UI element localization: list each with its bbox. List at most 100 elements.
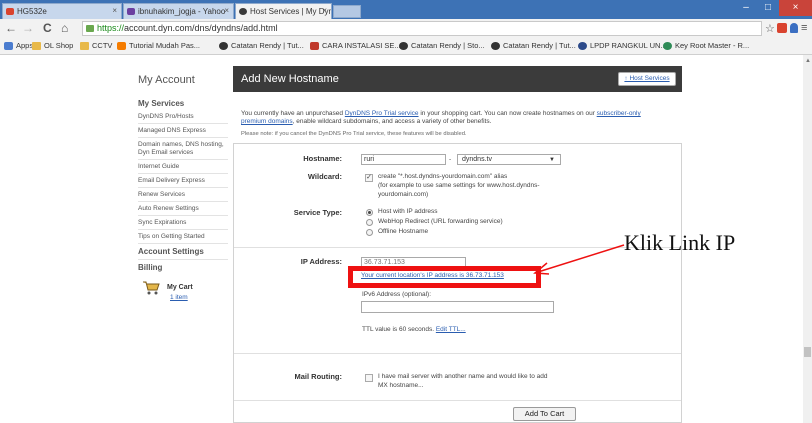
mail-routing-text-2: MX hostname... [378,382,424,389]
forward-arrow-icon[interactable]: → [22,21,34,35]
bookmark-label: Catatan Rendy | Tut... [231,41,304,50]
new-tab-button[interactable] [333,5,361,18]
dyndns-pro-trial-link[interactable]: DynDNS Pro Trial service [345,110,419,117]
bookmark-key-root[interactable]: Key Root Master - R... [663,40,749,52]
add-to-cart-button[interactable]: Add To Cart [513,407,576,421]
close-icon[interactable]: × [322,6,327,15]
tab-title: HG532e [17,7,47,16]
sidebar-title: My Account [138,74,195,86]
sidebar-item-dyndns-pro[interactable]: DynDNS Pro/Hosts [138,113,228,121]
bookmark-ol-shop[interactable]: OL Shop [32,40,73,52]
bookmark-label: LPDP RANGKUL UN... [590,41,667,50]
service-type-label: Service Type: [293,208,342,217]
page-scrollbar[interactable]: ▲ [803,55,812,423]
wildcard-checkbox[interactable]: ✓ [365,174,373,182]
router-favicon-icon [6,8,14,15]
ipv6-input[interactable] [361,301,554,313]
scroll-up-icon[interactable]: ▲ [805,58,811,64]
wildcard-text-3: yourdomain.com) [378,191,429,198]
subscriber-only-link[interactable]: subscriber-only [597,110,641,117]
bookmark-lpdp[interactable]: LPDP RANGKUL UN... [578,40,667,52]
close-icon[interactable]: × [224,6,229,15]
domain-select[interactable]: dyndns.tv ▼ [457,154,561,165]
sidebar-item-internet-guide[interactable]: Internet Guide [138,163,228,171]
intro-text: You currently have an unpurchased DynDNS… [241,110,681,126]
radio-webhop[interactable] [366,219,373,226]
host-services-button[interactable]: ↑ Host Services [618,72,676,86]
bookmark-label: Catatan Rendy | Sto... [411,41,485,50]
maximize-button[interactable]: □ [757,0,779,16]
sidebar-item-managed-dns[interactable]: Managed DNS Express [138,127,228,135]
radio-offline[interactable] [366,229,373,236]
divider [138,187,228,188]
bookmark-apps[interactable]: Apps [4,40,33,52]
premium-domains-link[interactable]: premium domains [241,118,293,125]
ip-address-label: IP Address: [300,257,342,266]
minimize-button[interactable]: – [735,0,757,16]
mail-routing-text-1: I have mail server with another name and… [378,373,548,380]
star-icon[interactable]: ☆ [765,22,775,35]
loading-favicon-icon [239,8,247,15]
divider [138,215,228,216]
edit-ttl-link[interactable]: Edit TTL... [436,326,466,333]
bookmark-catatan-3[interactable]: Catatan Rendy | Tut... [491,40,576,52]
hostname-input[interactable]: ruri [361,154,446,165]
divider [138,201,228,202]
page-icon [491,42,500,50]
sidebar-heading-billing[interactable]: Billing [138,263,162,272]
bookmark-catatan-2[interactable]: Catatan Rendy | Sto... [399,40,485,52]
option-webhop: WebHop Redirect (URL forwarding service) [378,218,503,225]
divider [234,400,681,401]
sidebar-item-domain-names[interactable]: Domain names, DNS hosting, [138,141,228,149]
blogger-icon [117,42,126,50]
sidebar-heading-account-settings[interactable]: Account Settings [138,247,204,256]
user-icon[interactable] [790,23,798,33]
sidebar-item-email-delivery[interactable]: Email Delivery Express [138,177,228,185]
home-icon[interactable]: ⌂ [61,21,68,35]
extension-icon[interactable] [777,23,787,33]
intro-part: in your shopping cart. You can now creat… [418,110,597,117]
sidebar-item-tips[interactable]: Tips on Getting Started [138,233,228,241]
bookmark-tutorial[interactable]: Tutorial Mudah Pas... [117,40,200,52]
sidebar-heading-services[interactable]: My Services [138,99,184,108]
intro-part: , enable wildcard subdomains, and access… [292,118,492,125]
folder-icon [80,42,89,50]
sidebar-item-auto-renew[interactable]: Auto Renew Settings [138,205,228,213]
bookmark-label: Apps [16,41,34,50]
sidebar-item-sync-expirations[interactable]: Sync Expirations [138,219,228,227]
highlight-box [348,266,541,288]
bookmark-label: CCTV [92,41,113,50]
address-bar[interactable]: https://account.dyn.com/dns/dyndns/add.h… [82,21,762,36]
sidebar-item-domain-names-2[interactable]: Dyn Email services [138,149,228,157]
tab-strip: HG532e × ibnuhakim_jogja - Yahoo × Host … [0,0,812,20]
tab-title: Host Services | My Dyn Ac [250,7,332,16]
scrollbar-thumb[interactable] [804,347,811,357]
menu-icon[interactable]: ≡ [801,22,807,34]
bookmark-label: Tutorial Mudah Pas... [129,41,201,50]
sidebar-item-renew-services[interactable]: Renew Services [138,191,228,199]
tab-hg532e[interactable]: HG532e × [2,3,122,19]
cart-label: My Cart [167,284,193,291]
cart-icon[interactable] [142,279,160,295]
annotation-label: Klik Link IP [624,230,736,255]
divider [138,259,228,260]
tab-yahoo[interactable]: ibnuhakim_jogja - Yahoo × [123,3,234,19]
back-arrow-icon[interactable]: ← [5,21,17,35]
reload-icon[interactable]: C [43,21,52,35]
bookmark-label: Key Root Master - R... [675,41,750,50]
ttl-text: TTL value is 60 seconds. Edit TTL... [362,326,466,334]
divider [234,353,681,354]
tab-host-services[interactable]: Host Services | My Dyn Ac × [235,3,332,20]
radio-host-ip[interactable] [366,209,373,216]
mail-routing-checkbox[interactable] [365,374,373,382]
bookmark-cara-instalasi[interactable]: CARA INSTALASI SE... [310,40,401,52]
site-icon [578,42,587,50]
close-icon[interactable]: × [112,6,117,15]
bookmark-cctv[interactable]: CCTV [80,40,112,52]
close-window-button[interactable]: × [779,0,812,16]
cart-count-link[interactable]: 1 item [170,294,188,301]
bookmark-catatan-1[interactable]: Catatan Rendy | Tut... [219,40,304,52]
divider [138,137,228,138]
ipv6-label: IPv6 Address (optional): [362,291,432,298]
wildcard-label: Wildcard: [307,172,342,181]
